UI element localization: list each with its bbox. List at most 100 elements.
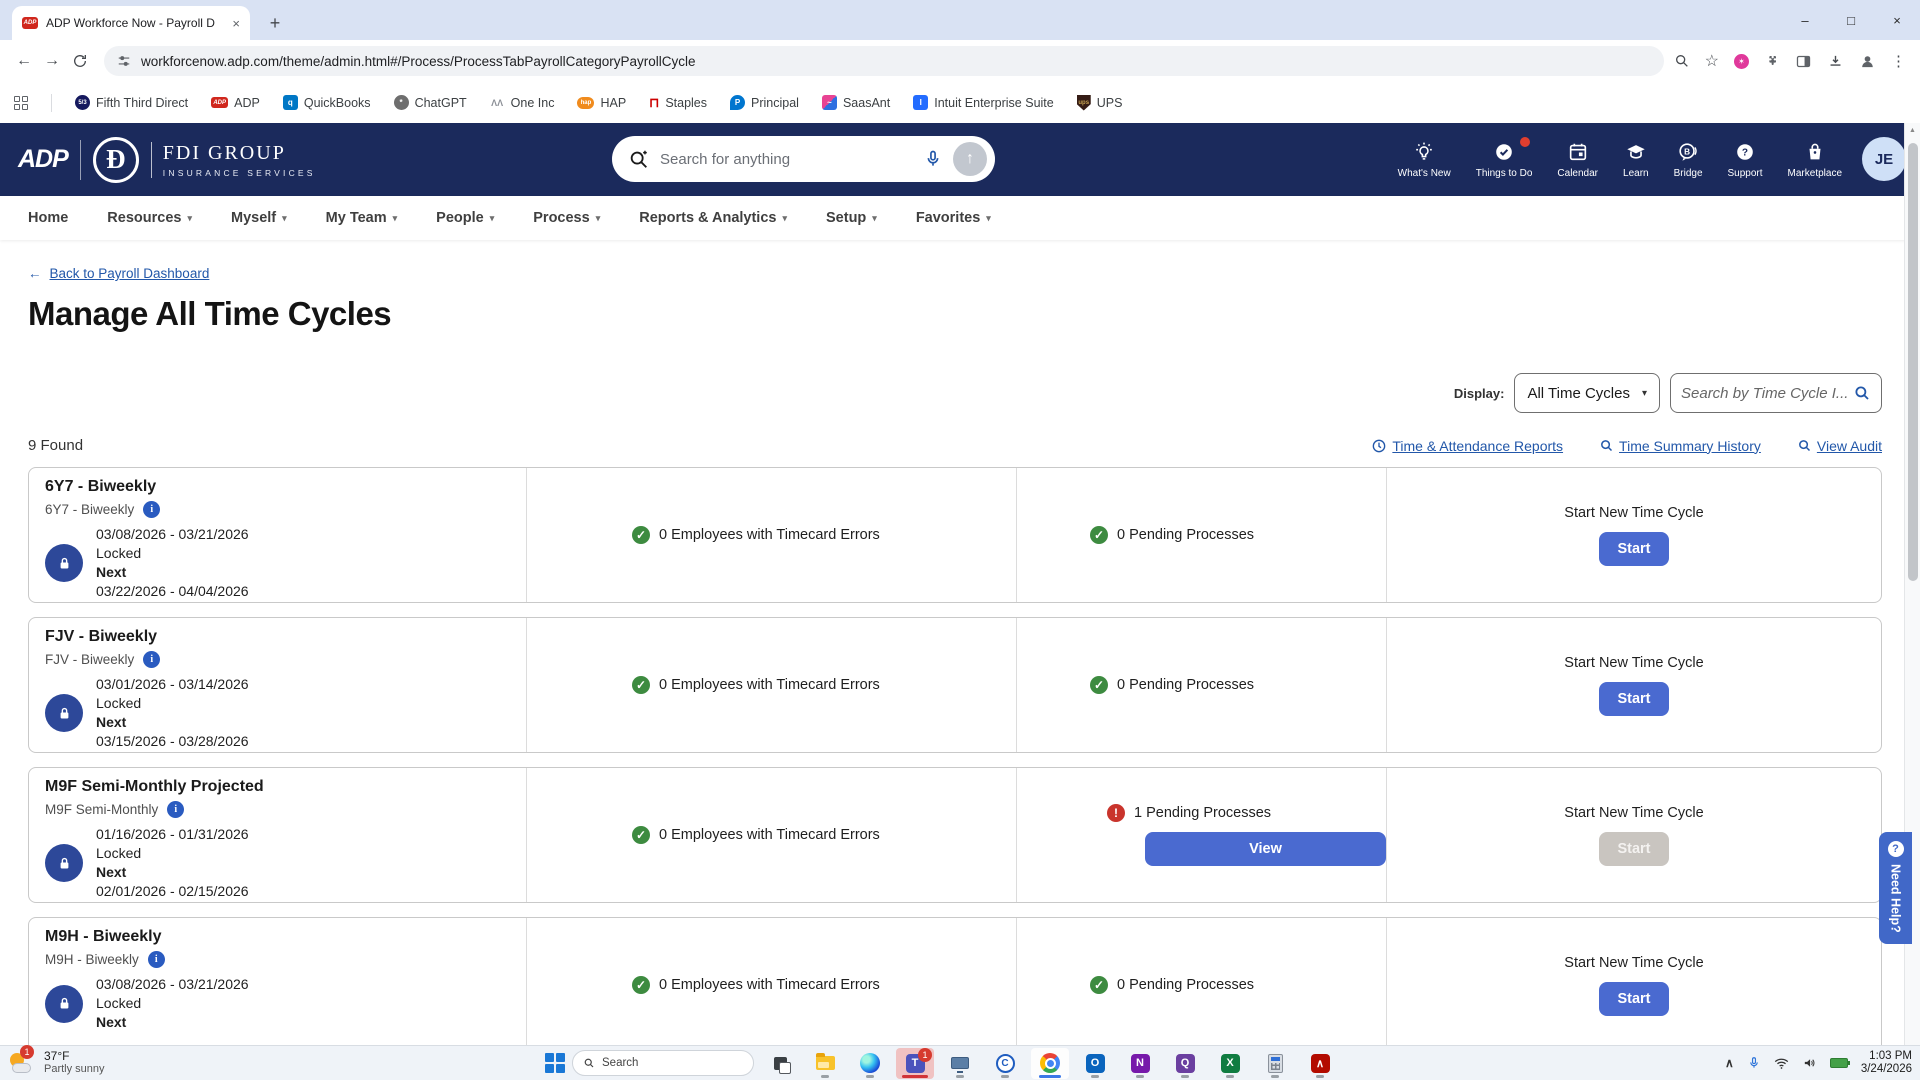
zoom-icon[interactable] [1674,53,1690,69]
search-icon [584,1058,594,1068]
pink-extension-icon[interactable]: ✶ [1734,53,1749,69]
excel-button[interactable]: X [1211,1048,1249,1079]
remote-desktop-button[interactable] [941,1048,979,1079]
bookmark-saasant[interactable]: ~ SaasAnt [821,95,890,110]
nav-reports-analytics[interactable]: Reports & Analytics ▾ [639,210,787,226]
view-pending-button[interactable]: View [1145,832,1386,866]
nav-resources[interactable]: Resources ▾ [107,210,192,226]
c-app-button[interactable]: C [986,1048,1024,1079]
support-button[interactable]: ? Support [1728,141,1763,179]
main-navigation: Home Resources ▾ Myself ▾ My Team ▾ People ▾… [0,196,1920,240]
calendar-button[interactable]: Calendar [1557,141,1598,179]
url-bar[interactable]: workforcenow.adp.com/theme/admin.html#/P… [104,46,1664,76]
ups-icon: ups [1076,94,1091,111]
nav-people[interactable]: People ▾ [436,210,494,226]
volume-icon[interactable] [1802,1056,1817,1070]
tab-close-icon[interactable]: × [232,16,240,31]
time-summary-history-link[interactable]: Time Summary History [1599,438,1761,454]
wifi-icon[interactable] [1774,1057,1789,1070]
edge-button[interactable] [851,1048,889,1079]
time-attendance-reports-link[interactable]: Time & Attendance Reports [1371,438,1563,454]
things-to-do-button[interactable]: Things to Do [1476,136,1532,179]
chrome-button[interactable] [1031,1047,1069,1079]
battery-icon[interactable] [1829,1058,1850,1068]
downloads-icon[interactable] [1827,53,1844,70]
bookmark-quickbooks[interactable]: q QuickBooks [282,95,371,110]
bookmark-one-inc[interactable]: ΛΛ One Inc [489,95,554,110]
search-icon[interactable] [1853,384,1871,402]
nav-setup[interactable]: Setup ▾ [826,210,877,226]
microphone-icon[interactable] [1747,1056,1761,1070]
side-panel-icon[interactable] [1795,53,1812,70]
weather-widget[interactable]: 1 37°F Partly sunny [8,1045,105,1076]
scrollbar-thumb[interactable] [1908,143,1918,581]
quickbooks-button[interactable]: Q [1166,1048,1204,1079]
refresh-icon[interactable] [66,47,94,75]
view-audit-link[interactable]: View Audit [1797,438,1882,454]
teams-button[interactable]: 1 T [896,1047,934,1079]
global-search[interactable]: ↑ [612,136,995,182]
browser-menu-icon[interactable]: ⋮ [1891,52,1906,70]
bookmark-principal[interactable]: P Principal [730,95,799,110]
chevron-down-icon: ▾ [282,212,287,223]
nav-process[interactable]: Process ▾ [533,210,600,226]
principal-icon: P [730,95,746,110]
time-cycle-filter-dropdown[interactable]: All Time Cycles ▾ [1514,373,1660,413]
back-to-payroll-dashboard-link[interactable]: ← Back to Payroll Dashboard [28,266,209,281]
global-search-input[interactable] [660,150,913,168]
microphone-icon[interactable] [923,149,943,169]
new-tab-button[interactable]: + [262,10,288,36]
browser-tab[interactable]: ADP ADP Workforce Now - Payroll D × [12,6,250,40]
time-cycle-search-input[interactable] [1681,384,1853,402]
nav-favorites[interactable]: Favorites ▾ [916,210,991,226]
bookmark-star-icon[interactable]: ☆ [1705,51,1719,71]
fdi-logo-icon: Đ [92,136,139,183]
start-new-cycle-label: Start New Time Cycle [1564,804,1704,821]
profile-icon[interactable] [1859,53,1876,70]
bookmark-chatgpt[interactable]: * ChatGPT [393,95,467,110]
outlook-button[interactable]: O [1076,1048,1114,1079]
maximize-icon[interactable]: □ [1828,0,1874,40]
user-avatar[interactable]: JE [1862,137,1906,181]
apps-grid-icon[interactable] [14,95,28,110]
bookmark-adp[interactable]: ADP ADP [211,96,260,110]
start-button[interactable]: Start [1599,981,1669,1016]
start-button-disabled[interactable]: Start [1599,831,1669,866]
bridge-button[interactable]: B Bridge [1674,141,1703,179]
calculator-button[interactable] [1256,1048,1294,1079]
taskbar-clock[interactable]: 1:03 PM 3/24/2026 [1861,1050,1912,1076]
task-view-button[interactable] [761,1048,799,1079]
site-info-icon[interactable] [117,54,131,68]
bookmark-hap[interactable]: hap HAP [577,96,626,110]
nav-my-team[interactable]: My Team ▾ [326,210,398,226]
start-button[interactable]: Start [1599,531,1669,566]
forward-icon[interactable]: → [38,47,66,75]
info-icon[interactable]: i [167,801,185,818]
marketplace-button[interactable]: Marketplace [1788,141,1842,179]
info-icon[interactable]: i [143,501,161,518]
start-button[interactable]: Start [1599,681,1669,716]
bookmark-ups[interactable]: ups UPS [1076,94,1122,111]
back-icon[interactable]: ← [10,47,38,75]
info-icon[interactable]: i [143,651,161,668]
close-icon[interactable]: × [1874,0,1920,40]
search-submit-icon[interactable]: ↑ [953,142,987,176]
bookmark-intuit-es[interactable]: I Intuit Enterprise Suite [913,95,1054,110]
onenote-button[interactable]: N [1121,1048,1159,1079]
bookmark-fifth-third[interactable]: 5/3 Fifth Third Direct [75,95,188,110]
taskbar-search[interactable]: Search [572,1050,754,1076]
file-explorer-button[interactable] [806,1048,844,1079]
info-icon[interactable]: i [147,951,165,968]
learn-button[interactable]: Learn [1623,141,1649,179]
windows-start-button[interactable] [545,1053,565,1073]
need-help-tab[interactable]: ? Need Help? [1879,832,1912,944]
tray-expand-icon[interactable]: ∧ [1725,1056,1734,1070]
scroll-up-arrow-icon[interactable]: ▲ [1905,123,1920,134]
nav-myself[interactable]: Myself ▾ [231,210,287,226]
minimize-icon[interactable]: – [1782,0,1828,40]
acrobat-button[interactable]: ∧ [1301,1048,1339,1079]
extensions-puzzle-icon[interactable] [1764,53,1780,69]
bookmark-staples[interactable]: ⊓ Staples [649,95,707,111]
whats-new-button[interactable]: What's New [1398,141,1451,179]
nav-home[interactable]: Home [28,210,68,226]
